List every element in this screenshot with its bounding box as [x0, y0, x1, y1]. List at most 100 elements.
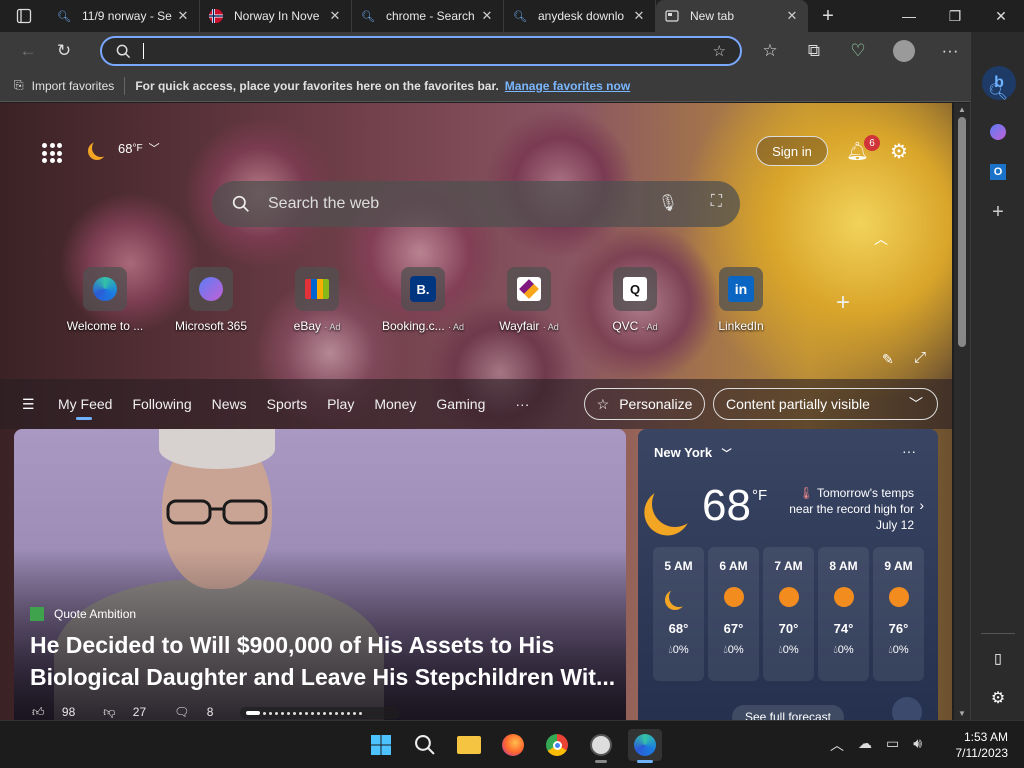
like-count: 98 [61, 705, 76, 719]
sidebar-add-button[interactable]: + [971, 192, 1024, 232]
close-tab-icon[interactable]: ✕ [175, 8, 191, 24]
tab-5-active[interactable]: New tab ✕ [656, 0, 808, 32]
carousel-pagination[interactable] [240, 707, 400, 719]
weather-card[interactable]: New York ﹀ ··· 68 °F 🌡︎ Tomorrow's temps… [638, 429, 938, 720]
content-visibility-label: Content partially visible [726, 396, 870, 412]
scroll-up-icon[interactable]: ▲ [958, 105, 966, 114]
display-icon[interactable]: ▭ [886, 735, 899, 755]
chevron-up-icon[interactable]: ︿ [874, 229, 888, 249]
see-full-forecast-button[interactable]: See full forecast [732, 705, 844, 720]
network-icon[interactable]: ☁ [858, 735, 872, 755]
close-tab-icon[interactable]: ✕ [631, 8, 647, 24]
address-bar[interactable]: ☆ [100, 36, 742, 66]
weather-more-icon[interactable]: ··· [902, 443, 916, 459]
favorites-button[interactable]: ☆ [752, 35, 788, 67]
tab-following[interactable]: Following [132, 396, 191, 412]
page-settings-gear-icon[interactable]: ⚙ [890, 139, 908, 164]
new-tab-page: 68 °F ﹀ Sign in 🔔︎ 6 ⚙ Search the web 🎙︎… [0, 103, 952, 720]
web-search-box[interactable]: Search the web 🎙︎ ⛶ [212, 181, 740, 227]
expand-icon[interactable]: ⤢ [914, 349, 926, 366]
weather-alert-note[interactable]: 🌡︎ Tomorrow's temps near the record high… [784, 485, 914, 533]
tab-1[interactable]: 🔍︎ 11/9 norway - Se ✕ [48, 0, 200, 32]
new-tab-button[interactable]: + [808, 0, 848, 32]
quick-link-qvc[interactable]: Q QVC · Ad [582, 267, 688, 333]
weather-mini-widget[interactable]: 68 °F ﹀ [86, 139, 160, 157]
article-card[interactable]: Quote Ambition He Decided to Will $900,0… [14, 429, 626, 720]
sidebar-outlook-button[interactable]: O [971, 152, 1024, 192]
browser-essentials-button[interactable]: ♡ [840, 35, 876, 67]
sidebar-copilot-button[interactable] [971, 112, 1024, 152]
visual-search-icon[interactable]: ⛶ [711, 193, 722, 211]
back-button[interactable]: ← [10, 35, 46, 67]
taskbar-search-button[interactable] [408, 729, 442, 761]
hide-sidebar-button[interactable]: ▯ [971, 638, 1024, 678]
profile-button[interactable] [886, 35, 922, 67]
article-source[interactable]: Quote Ambition [30, 607, 136, 621]
quick-link-welcome[interactable]: Welcome to ... [52, 267, 158, 333]
tab-sports[interactable]: Sports [267, 396, 307, 412]
close-tab-icon[interactable]: ✕ [784, 8, 800, 24]
quick-link-booking[interactable]: B. Booking.c... · Ad [370, 267, 476, 333]
app-launcher-icon[interactable] [42, 143, 62, 163]
hour-time: 8 AM [829, 559, 858, 573]
import-favorites-button[interactable]: ⎘ Import favorites [14, 76, 126, 95]
more-tabs-button[interactable]: ··· [515, 396, 529, 412]
firefox-button[interactable] [496, 729, 530, 761]
system-clock[interactable]: 1:53 AM 7/11/2023 [956, 729, 1009, 761]
quick-link-wayfair[interactable]: Wayfair · Ad [476, 267, 582, 333]
tab-3[interactable]: 🔍︎ chrome - Search ✕ [352, 0, 504, 32]
hamburger-menu-icon[interactable]: ☰ [22, 396, 38, 413]
sidebar-search-button[interactable]: 🔍︎ [971, 72, 1024, 112]
weather-location[interactable]: New York ﹀ [654, 445, 732, 460]
tab-2[interactable]: Norway In Nove ✕ [200, 0, 352, 32]
sidebar-settings-button[interactable]: ⚙ [971, 678, 1024, 718]
dislike-button[interactable]: 👎︎ 27 [103, 705, 160, 720]
outlook-icon: O [990, 164, 1006, 180]
collections-button[interactable]: ⧉ [796, 35, 832, 67]
tab-play[interactable]: Play [327, 396, 354, 412]
close-tab-icon[interactable]: ✕ [327, 8, 343, 24]
quick-link-microsoft365[interactable]: Microsoft 365 [158, 267, 264, 333]
content-visibility-dropdown[interactable]: Content partially visible ﹀ [713, 388, 938, 420]
search-icon [415, 735, 435, 755]
article-headline[interactable]: He Decided to Will $900,000 of His Asset… [30, 629, 620, 693]
tab-gaming[interactable]: Gaming [436, 396, 485, 412]
sign-in-button[interactable]: Sign in [756, 136, 828, 166]
quick-link-ebay[interactable]: eBay · Ad [264, 267, 370, 333]
page-scrollbar[interactable]: ▲ ▼ [954, 103, 970, 720]
quick-link-label: Microsoft 365 [174, 319, 248, 333]
edit-background-icon[interactable]: ✎ [882, 351, 894, 368]
tab-4[interactable]: 🔍︎ anydesk downlo ✕ [504, 0, 656, 32]
volume-icon[interactable]: 🔊︎ [913, 735, 922, 755]
chrome-button[interactable] [540, 729, 574, 761]
scroll-down-icon[interactable]: ▼ [958, 709, 966, 718]
chevron-up-icon[interactable]: ︿ [830, 735, 844, 755]
close-tab-icon[interactable]: ✕ [479, 8, 495, 24]
edge-taskbar-button[interactable] [628, 729, 662, 763]
add-quick-link-button[interactable]: + [836, 289, 850, 317]
refresh-button[interactable]: ↻ [46, 35, 82, 67]
more-menu-button[interactable]: ··· [932, 35, 968, 67]
comment-button[interactable]: 🗨︎ 8 [174, 705, 227, 720]
moon-icon [669, 587, 689, 607]
microphone-icon[interactable]: 🎙︎ [658, 193, 678, 213]
personalize-button[interactable]: ☆ Personalize [584, 388, 705, 420]
like-button[interactable]: 👍︎ 98 [32, 705, 89, 720]
tab-my-feed[interactable]: My Feed [58, 396, 112, 420]
maximize-button[interactable]: ❐ [932, 0, 978, 32]
chevron-right-icon[interactable]: › [919, 497, 924, 513]
start-button[interactable] [364, 729, 398, 761]
favorite-star-icon[interactable]: ☆ [713, 42, 726, 60]
tab-news[interactable]: News [212, 396, 247, 412]
close-window-button[interactable]: ✕ [978, 0, 1024, 32]
tab-money[interactable]: Money [374, 396, 416, 412]
minimize-button[interactable]: — [886, 0, 932, 32]
clock-app-button[interactable] [584, 729, 618, 763]
quick-link-linkedin[interactable]: in LinkedIn [688, 267, 794, 333]
weather-map-icon[interactable] [892, 697, 922, 720]
favorites-bar: ⎘ Import favorites For quick access, pla… [0, 70, 970, 102]
manage-favorites-link[interactable]: Manage favorites now [505, 79, 630, 93]
tab-actions-button[interactable] [0, 0, 48, 32]
scrollbar-thumb[interactable] [958, 117, 966, 347]
file-explorer-button[interactable] [452, 729, 486, 761]
